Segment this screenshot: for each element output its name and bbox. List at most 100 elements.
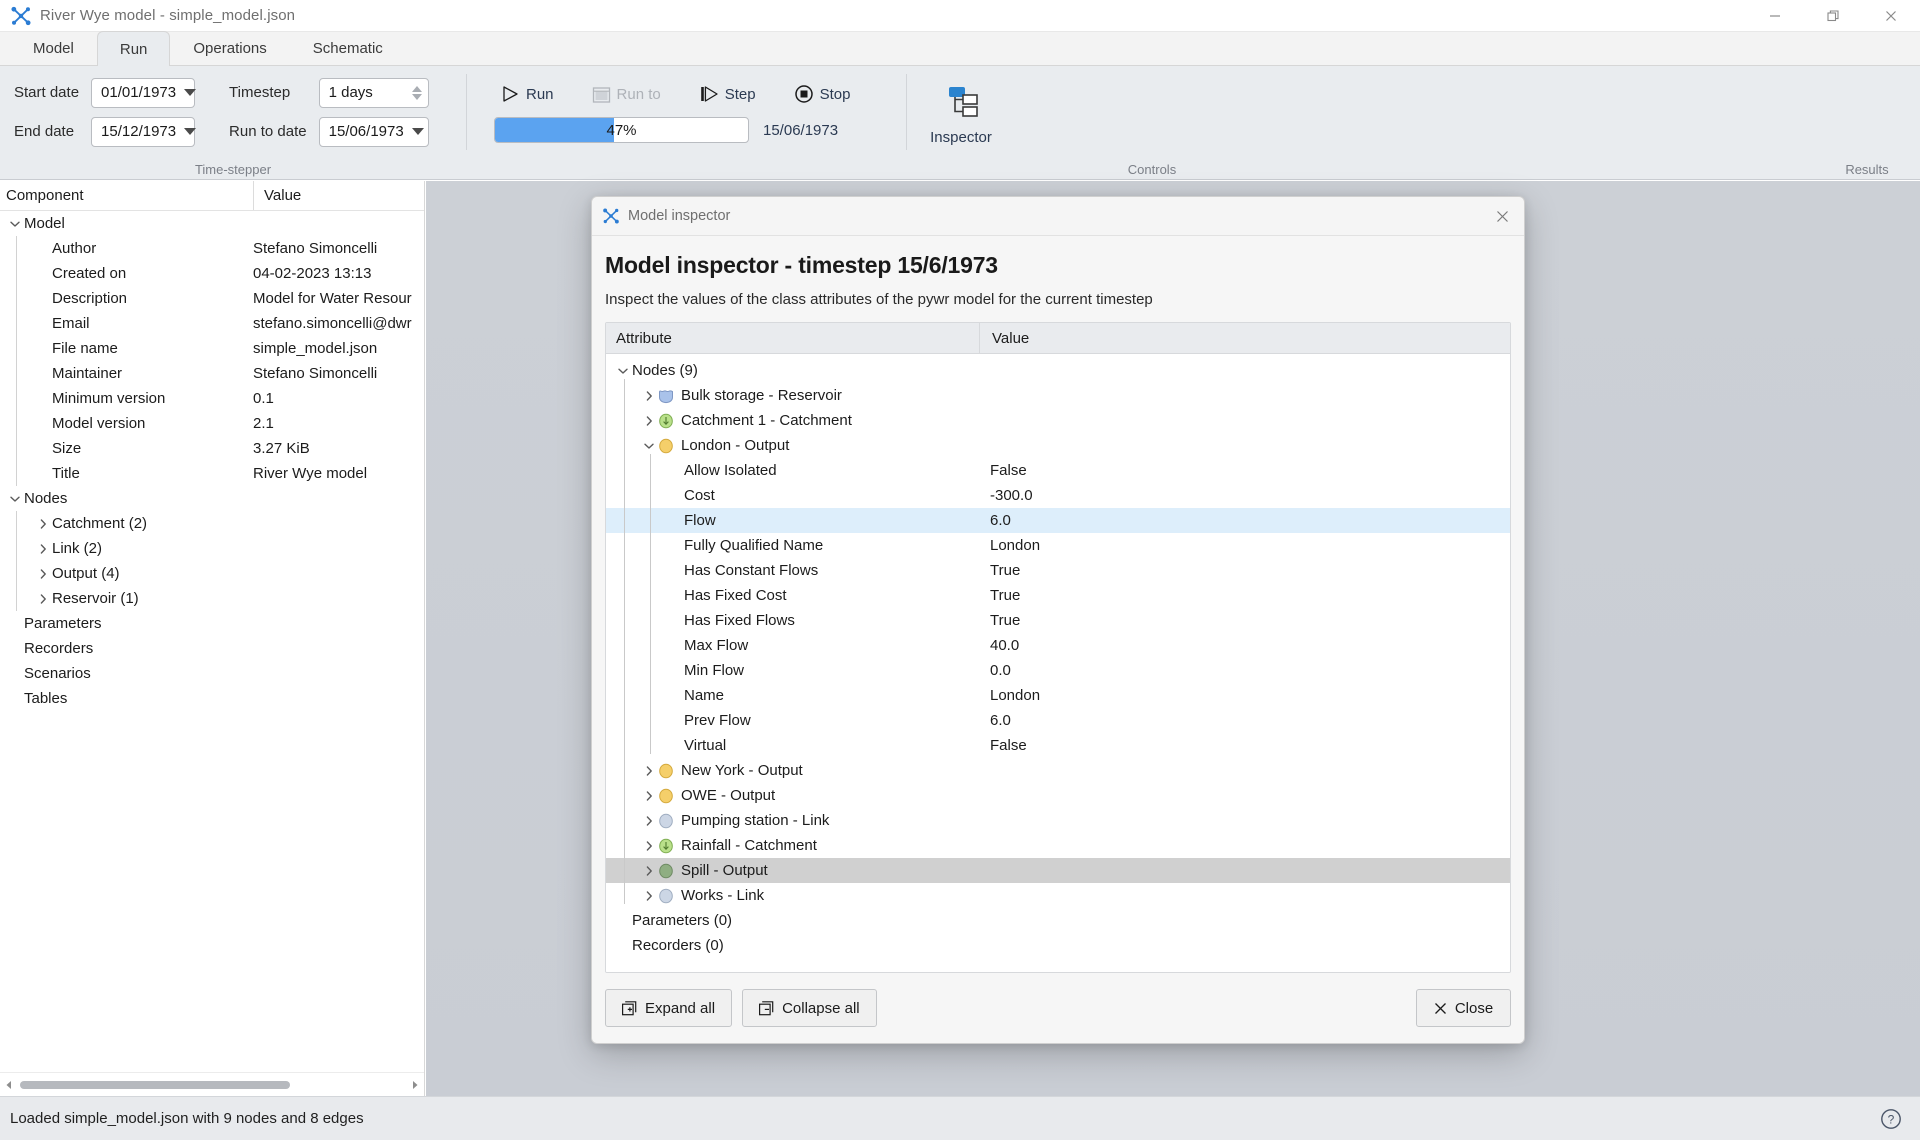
attribute-row[interactable]: Min Flow 0.0 (606, 658, 1510, 683)
chevron-right-icon[interactable] (640, 765, 658, 777)
attribute-row[interactable]: Virtual False (606, 733, 1510, 758)
ribbon-group-controls: Run Run to Step Stop 47% 15/06/1973 Cont… (466, 66, 1176, 177)
run-to-date-label: Run to date (229, 123, 307, 140)
dialog-close-icon[interactable] (1495, 209, 1510, 224)
attribute-row[interactable]: Works - Link (606, 883, 1510, 908)
output-node-icon (659, 788, 673, 803)
attribute-row[interactable]: Cost -300.0 (606, 483, 1510, 508)
minimize-button[interactable] (1746, 0, 1804, 32)
tree-row[interactable]: Maintainer Stefano Simoncelli (0, 361, 424, 386)
maximize-restore-button[interactable] (1804, 0, 1862, 32)
start-date-value: 01/01/1973 (101, 84, 177, 101)
attribute-row-label: Recorders (0) (606, 937, 724, 954)
attribute-row[interactable]: Recorders (0) (606, 933, 1510, 958)
component-tree-hscrollbar[interactable] (0, 1072, 424, 1096)
ribbon-panel: Start date 01/01/1973 Timestep 1 days En… (0, 66, 1920, 180)
attribute-row[interactable]: Pumping station - Link (606, 808, 1510, 833)
attribute-row[interactable]: Flow 6.0 (606, 508, 1510, 533)
tree-row[interactable]: Minimum version 0.1 (0, 386, 424, 411)
tree-row[interactable]: Link (2) (0, 536, 424, 561)
inspector-button-label: Inspector (930, 128, 992, 146)
stop-button[interactable]: Stop (788, 81, 857, 107)
attribute-row[interactable]: Prev Flow 6.0 (606, 708, 1510, 733)
tree-row[interactable]: Reservoir (1) (0, 586, 424, 611)
tree-row[interactable]: Output (4) (0, 561, 424, 586)
collapse-all-button[interactable]: Collapse all (742, 989, 877, 1027)
attribute-row[interactable]: Bulk storage - Reservoir (606, 383, 1510, 408)
tree-row[interactable]: Recorders (0, 636, 424, 661)
chevron-right-icon[interactable] (640, 890, 658, 902)
tab-schematic[interactable]: Schematic (290, 31, 406, 65)
chevron-right-icon[interactable] (640, 815, 658, 827)
expand-all-label: Expand all (645, 999, 716, 1017)
scroll-right-arrow-icon[interactable] (406, 1080, 424, 1090)
expand-all-button[interactable]: Expand all (605, 989, 733, 1027)
hscroll-thumb[interactable] (20, 1080, 290, 1089)
chevron-right-icon[interactable] (640, 840, 658, 852)
attribute-row[interactable]: Max Flow 40.0 (606, 633, 1510, 658)
tree-row[interactable]: Nodes (0, 486, 424, 511)
close-dialog-button[interactable]: Close (1416, 989, 1511, 1027)
tree-row[interactable]: Author Stefano Simoncelli (0, 236, 424, 261)
end-date-combo[interactable]: 15/12/1973 (91, 116, 197, 147)
chevron-right-icon[interactable] (34, 518, 52, 530)
step-button[interactable]: Step (693, 81, 762, 107)
start-date-combo[interactable]: 01/01/1973 (91, 77, 197, 108)
run-button[interactable]: Run (494, 81, 560, 107)
tree-row[interactable]: Description Model for Water Resour (0, 286, 424, 311)
tree-row[interactable]: Scenarios (0, 661, 424, 686)
chevron-right-icon[interactable] (640, 390, 658, 402)
tree-row[interactable]: Created on 04-02-2023 13:13 (0, 261, 424, 286)
attribute-row[interactable]: Spill - Output (606, 858, 1510, 883)
run-to-button[interactable]: Run to (586, 82, 667, 107)
tree-row-label: Description (52, 290, 128, 307)
chevron-down-icon[interactable] (6, 218, 24, 230)
tab-model[interactable]: Model (10, 31, 97, 65)
inspector-button[interactable]: Inspector (920, 79, 1002, 146)
attribute-row[interactable]: Catchment 1 - Catchment (606, 408, 1510, 433)
chevron-down-icon[interactable] (640, 440, 658, 452)
tree-row[interactable]: Title River Wye model (0, 461, 424, 486)
attribute-row[interactable]: Has Constant Flows True (606, 558, 1510, 583)
tab-run[interactable]: Run (96, 31, 171, 66)
chevron-down-icon[interactable] (6, 493, 24, 505)
tree-row[interactable]: Email stefano.simoncelli@dwr (0, 311, 424, 336)
chevron-right-icon[interactable] (34, 593, 52, 605)
close-window-button[interactable] (1862, 0, 1920, 32)
tab-operations[interactable]: Operations (170, 31, 289, 65)
chevron-right-icon[interactable] (640, 865, 658, 877)
run-to-date-combo[interactable]: 15/06/1973 (318, 116, 429, 147)
tree-row[interactable]: Model (0, 211, 424, 236)
attribute-row[interactable]: Has Fixed Flows True (606, 608, 1510, 633)
attribute-row[interactable]: Parameters (0) (606, 908, 1510, 933)
hscroll-track[interactable] (18, 1080, 406, 1089)
tree-row[interactable]: Parameters (0, 611, 424, 636)
attribute-row[interactable]: Allow Isolated False (606, 458, 1510, 483)
tree-row[interactable]: Model version 2.1 (0, 411, 424, 436)
chevron-right-icon[interactable] (640, 415, 658, 427)
chevron-right-icon[interactable] (34, 568, 52, 580)
tree-row[interactable]: Size 3.27 KiB (0, 436, 424, 461)
scroll-left-arrow-icon[interactable] (0, 1080, 18, 1090)
tree-row[interactable]: Catchment (2) (0, 511, 424, 536)
tree-row[interactable]: Tables (0, 686, 424, 711)
chevron-right-icon[interactable] (34, 543, 52, 555)
attribute-row[interactable]: Has Fixed Cost True (606, 583, 1510, 608)
timestep-spinbox[interactable]: 1 days (318, 77, 429, 108)
attribute-row-text: Has Fixed Flows (684, 612, 795, 629)
chevron-down-icon[interactable] (614, 365, 632, 377)
attribute-row[interactable]: London - Output (606, 433, 1510, 458)
attribute-row[interactable]: Nodes (9) (606, 358, 1510, 383)
help-icon[interactable]: ? (1880, 1108, 1902, 1130)
attribute-row[interactable]: Rainfall - Catchment (606, 833, 1510, 858)
attribute-row[interactable]: New York - Output (606, 758, 1510, 783)
tree-row[interactable]: File name simple_model.json (0, 336, 424, 361)
tree-guide-line (624, 379, 625, 904)
chevron-right-icon[interactable] (640, 790, 658, 802)
calendar-icon (592, 86, 610, 103)
spill-node-icon (659, 863, 673, 878)
attribute-row[interactable]: OWE - Output (606, 783, 1510, 808)
attribute-row[interactable]: Name London (606, 683, 1510, 708)
spinner-arrows-icon[interactable] (411, 85, 422, 100)
attribute-row[interactable]: Fully Qualified Name London (606, 533, 1510, 558)
